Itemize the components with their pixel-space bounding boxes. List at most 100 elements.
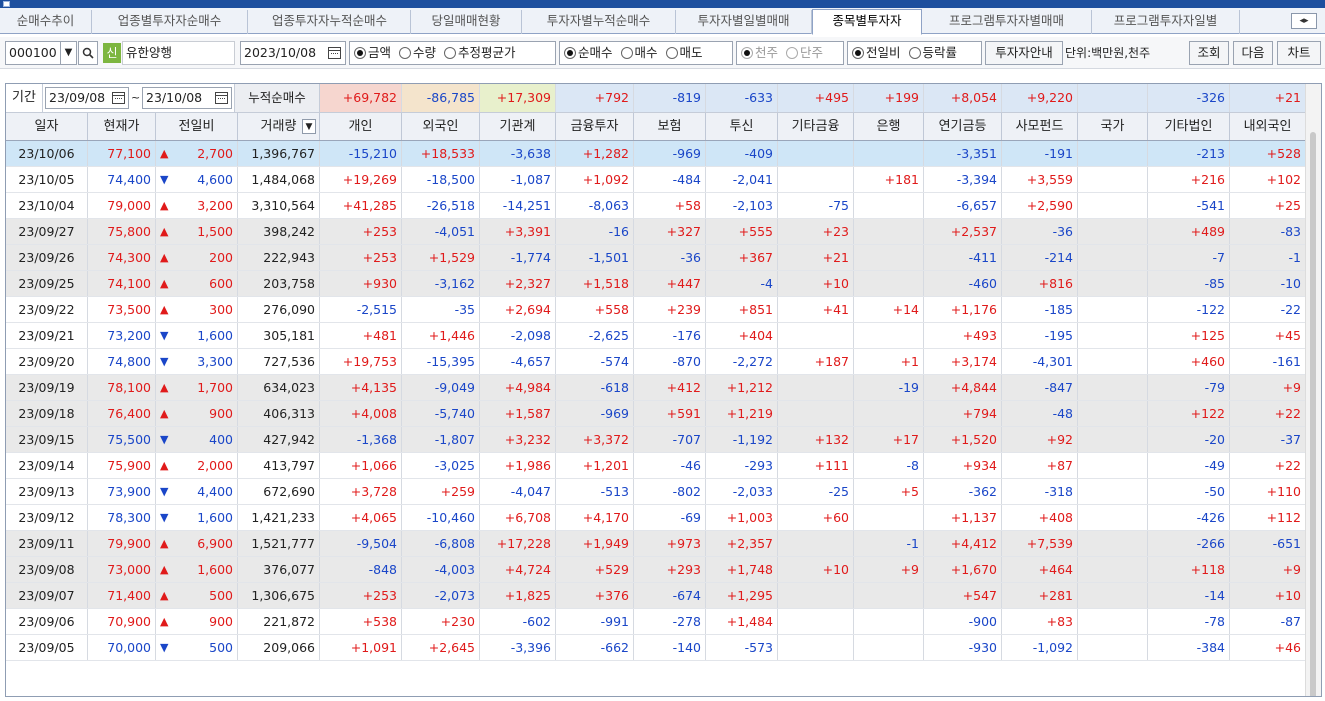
tab-8[interactable]: 프로그램투자자별매매 [922,10,1092,34]
cell-은행: +1 [854,349,924,374]
cell-투신: +1,003 [706,505,778,530]
tab-7[interactable]: 종목별투자자 [812,9,922,35]
table-row[interactable]: 23/09/1179,9006,9001,521,777-9,504-6,808… [6,531,1306,557]
table-row[interactable]: 23/09/1575,500400427,942-1,368-1,807+3,2… [6,427,1306,453]
table-row[interactable]: 23/09/2273,500300276,090-2,515-35+2,694+… [6,297,1306,323]
table-row[interactable]: 23/09/2775,8001,500398,242+253-4,051+3,3… [6,219,1306,245]
radio-amount-label: 금액 [368,45,392,60]
column-header-7[interactable]: 기관계 [480,113,556,140]
radio-quantity[interactable] [399,47,411,59]
cell-현재가: 76,400 [88,401,156,426]
radio-thousand-shares-label: 천주 [755,45,779,60]
column-header-16[interactable]: 기타법인 [1148,113,1230,140]
column-header-15[interactable]: 국가 [1078,113,1148,140]
table-row[interactable]: 23/09/0771,4005001,306,675+253-2,073+1,8… [6,583,1306,609]
radio-change-rate[interactable] [908,47,921,59]
tab-6[interactable]: 투자자별일별매매 [676,10,812,34]
table-row[interactable]: 23/10/0479,0003,2003,310,564+41,285-26,5… [6,193,1306,219]
table-row[interactable]: 23/09/2074,8003,300727,536+19,753-15,395… [6,349,1306,375]
table-row[interactable]: 23/09/1475,9002,000413,797+1,066-3,025+1… [6,453,1306,479]
column-header-1[interactable]: 일자 [6,113,88,140]
table-row[interactable]: 23/09/2173,2001,600305,181+481+1,446-2,0… [6,323,1306,349]
column-header-9[interactable]: 보험 [634,113,706,140]
scrollbar-thumb[interactable] [1310,132,1316,696]
tab-1[interactable]: 순매수추이 [0,10,92,34]
radio-net-buy[interactable] [564,47,576,59]
next-button[interactable]: 다음 [1233,41,1273,65]
chart-button[interactable]: 차트 [1277,41,1321,65]
chevron-down-icon[interactable]: ▼ [60,42,76,64]
vertical-scrollbar[interactable] [1305,84,1321,696]
cell-사모펀드: -318 [1002,479,1078,504]
cell-기타금융 [778,167,854,192]
cell-전일비: 900 [156,401,238,426]
cell-일자: 23/10/05 [6,167,88,192]
column-header-8[interactable]: 금융투자 [556,113,634,140]
column-header-3[interactable]: 전일비 [156,113,238,140]
tab-4[interactable]: 당일매매현황 [411,10,522,34]
table-row[interactable]: 23/09/1978,1001,700634,023+4,135-9,049+4… [6,375,1306,401]
stock-code-input[interactable]: 000100 ▼ [5,41,77,65]
cell-기관계: +1,986 [480,453,556,478]
tab-2[interactable]: 업종별투자자순매수 [92,10,248,34]
calendar-icon[interactable] [328,47,341,59]
tab-5[interactable]: 투자자별누적순매수 [522,10,676,34]
table-row[interactable]: 23/10/0677,1002,7001,396,767-15,210+18,5… [6,141,1306,167]
column-header-17[interactable]: 내외국인 [1230,113,1306,140]
search-icon[interactable] [78,41,98,65]
column-header-11[interactable]: 기타금융 [778,113,854,140]
radio-single-shares[interactable] [786,47,798,59]
calendar-icon[interactable] [215,92,228,104]
date-field[interactable]: 2023/10/08 [240,41,346,65]
period-end-field[interactable]: 23/10/08 [142,87,232,109]
table-row[interactable]: 23/09/1876,400900406,313+4,008-5,740+1,5… [6,401,1306,427]
cell-국가 [1078,505,1148,530]
radio-prev-day[interactable] [852,47,864,59]
cell-투신: +1,484 [706,609,778,634]
cell-외국인: -3,025 [402,453,480,478]
column-header-4[interactable]: 거래량 ▼ [238,113,320,140]
trade-type-radio-group: 순매수 매수 매도 [559,41,733,65]
radio-avg-price[interactable] [444,47,456,59]
cell-은행 [854,193,924,218]
cell-금융투자: +1,518 [556,271,634,296]
radio-thousand-shares[interactable] [741,47,753,59]
calendar-icon[interactable] [112,92,125,104]
table-row[interactable]: 23/09/2674,300200222,943+253+1,529-1,774… [6,245,1306,271]
tab-scroll-arrows-icon[interactable]: ◂▸ [1291,13,1317,29]
cell-내외국인: -22 [1230,297,1306,322]
cell-기타금융: -75 [778,193,854,218]
table-row[interactable]: 23/09/1373,9004,400672,690+3,728+259-4,0… [6,479,1306,505]
column-header-13[interactable]: 연기금등 [924,113,1002,140]
cell-금융투자: +3,372 [556,427,634,452]
table-row[interactable]: 23/09/1278,3001,6001,421,233+4,065-10,46… [6,505,1306,531]
table-row[interactable]: 23/09/0670,900900221,872+538+230-602-991… [6,609,1306,635]
cell-내외국인: -10 [1230,271,1306,296]
column-header-2[interactable]: 현재가 [88,113,156,140]
column-header-12[interactable]: 은행 [854,113,924,140]
column-header-6[interactable]: 외국인 [402,113,480,140]
period-start-field[interactable]: 23/09/08 [45,87,129,109]
cell-현재가: 74,400 [88,167,156,192]
tab-9[interactable]: 프로그램투자자일별 [1092,10,1240,34]
cell-현재가: 71,400 [88,583,156,608]
column-header-14[interactable]: 사모펀드 [1002,113,1078,140]
column-header-10[interactable]: 투신 [706,113,778,140]
stock-name-field[interactable]: 유한양행 [122,41,235,65]
radio-amount[interactable] [354,47,366,59]
table-row[interactable]: 23/09/0873,0001,600376,077-848-4,003+4,7… [6,557,1306,583]
cell-은행: -8 [854,453,924,478]
table-row[interactable]: 23/09/2574,100600203,758+930-3,162+2,327… [6,271,1306,297]
volume-sort-dropdown-icon[interactable]: ▼ [302,119,316,134]
column-header-5[interactable]: 개인 [320,113,402,140]
investor-guide-button[interactable]: 투자자안내 [985,41,1063,65]
cell-투신: +1,748 [706,557,778,582]
query-button[interactable]: 조회 [1189,41,1229,65]
table-row[interactable]: 23/09/0570,000500209,066+1,091+2,645-3,3… [6,635,1306,661]
radio-sell[interactable] [665,47,678,59]
cell-내외국인: +110 [1230,479,1306,504]
tab-3[interactable]: 업종투자자누적순매수 [249,10,411,34]
cell-전일비: 1,500 [156,219,238,244]
radio-buy[interactable] [620,47,633,59]
table-row[interactable]: 23/10/0574,4004,6001,484,068+19,269-18,5… [6,167,1306,193]
